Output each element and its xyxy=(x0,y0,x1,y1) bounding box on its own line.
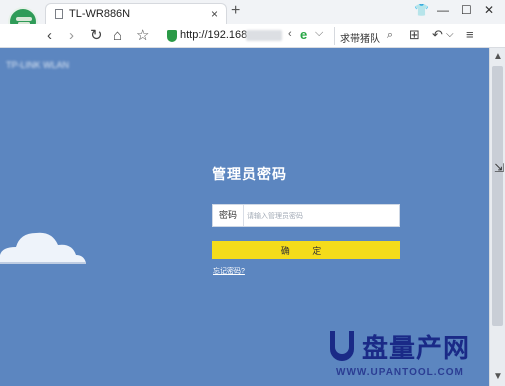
e-icon[interactable]: e xyxy=(300,27,307,42)
back-button[interactable]: ‹ xyxy=(47,27,52,45)
new-tab-button[interactable]: + xyxy=(231,2,240,20)
undo-dropdown-icon[interactable]: ⌵ xyxy=(446,29,454,40)
search-box[interactable]: 求带猪队 ⌕ xyxy=(334,27,396,45)
url-text[interactable]: http://192.168 xyxy=(180,29,247,41)
forgot-password-link[interactable]: 忘记密码? xyxy=(213,266,245,276)
watermark-logo-icon xyxy=(330,331,354,361)
search-icon[interactable]: ⌕ xyxy=(387,29,393,42)
tab-title: TL-WR886N xyxy=(69,8,131,20)
scroll-down-icon[interactable]: ▼ xyxy=(493,371,503,382)
reload-button[interactable]: ↻ xyxy=(90,27,103,45)
bookmark-star-icon[interactable]: ☆ xyxy=(136,27,149,45)
scrollbar-thumb[interactable] xyxy=(492,66,503,326)
chevron-down-icon[interactable]: ⌵ xyxy=(315,27,323,40)
confirm-button[interactable]: 确 定 xyxy=(212,241,400,259)
home-button[interactable]: ⌂ xyxy=(113,27,122,45)
password-input[interactable] xyxy=(245,207,399,226)
forward-button[interactable]: › xyxy=(69,27,74,45)
undo-icon[interactable]: ↶ xyxy=(432,27,443,43)
tab-tl-wr886n[interactable]: TL-WR886N × xyxy=(45,3,227,24)
skin-icon[interactable]: 👕 xyxy=(414,3,429,17)
navigation-bar: ‹ › ↻ ⌂ ☆ http://192.168 ‹ e ⌵ 求带猪队 ⌕ ⊞ … xyxy=(0,24,505,48)
router-login-page: TP-LINK WLAN 管理员密码 密码 确 定 忘记密码? 盘量产网 WWW… xyxy=(0,48,489,386)
url-blur xyxy=(246,30,282,41)
password-label: 密码 xyxy=(213,205,244,226)
blurred-header-text: TP-LINK WLAN xyxy=(6,60,70,70)
tab-close-icon[interactable]: × xyxy=(211,7,218,21)
mouse-cursor-icon: ⇲ xyxy=(494,161,505,175)
password-field[interactable]: 密码 xyxy=(212,204,400,227)
watermark-brand: 盘量产网 xyxy=(362,333,471,363)
address-bar[interactable]: http://192.168 ‹ e ⌵ xyxy=(162,27,332,45)
menu-icon[interactable]: ≡ xyxy=(466,27,474,42)
document-icon xyxy=(55,9,63,19)
close-window-button[interactable]: ✕ xyxy=(484,3,494,17)
shield-icon xyxy=(167,30,177,42)
scroll-up-icon[interactable]: ▲ xyxy=(493,51,503,62)
restore-button[interactable]: ☐ xyxy=(461,3,472,17)
minimize-button[interactable]: — xyxy=(437,3,449,17)
cloud-icon xyxy=(0,232,86,264)
page-title: 管理员密码 xyxy=(212,166,287,182)
search-input[interactable]: 求带猪队 xyxy=(340,30,380,45)
vertical-scrollbar[interactable]: ▲ ▼ xyxy=(489,48,505,386)
apps-icon[interactable]: ⊞ xyxy=(409,27,420,43)
watermark-url: WWW.UPANTOOL.COM xyxy=(336,367,464,378)
upantool-watermark: 盘量产网 WWW.UPANTOOL.COM xyxy=(330,331,489,386)
share-icon[interactable]: ‹ xyxy=(288,28,292,40)
